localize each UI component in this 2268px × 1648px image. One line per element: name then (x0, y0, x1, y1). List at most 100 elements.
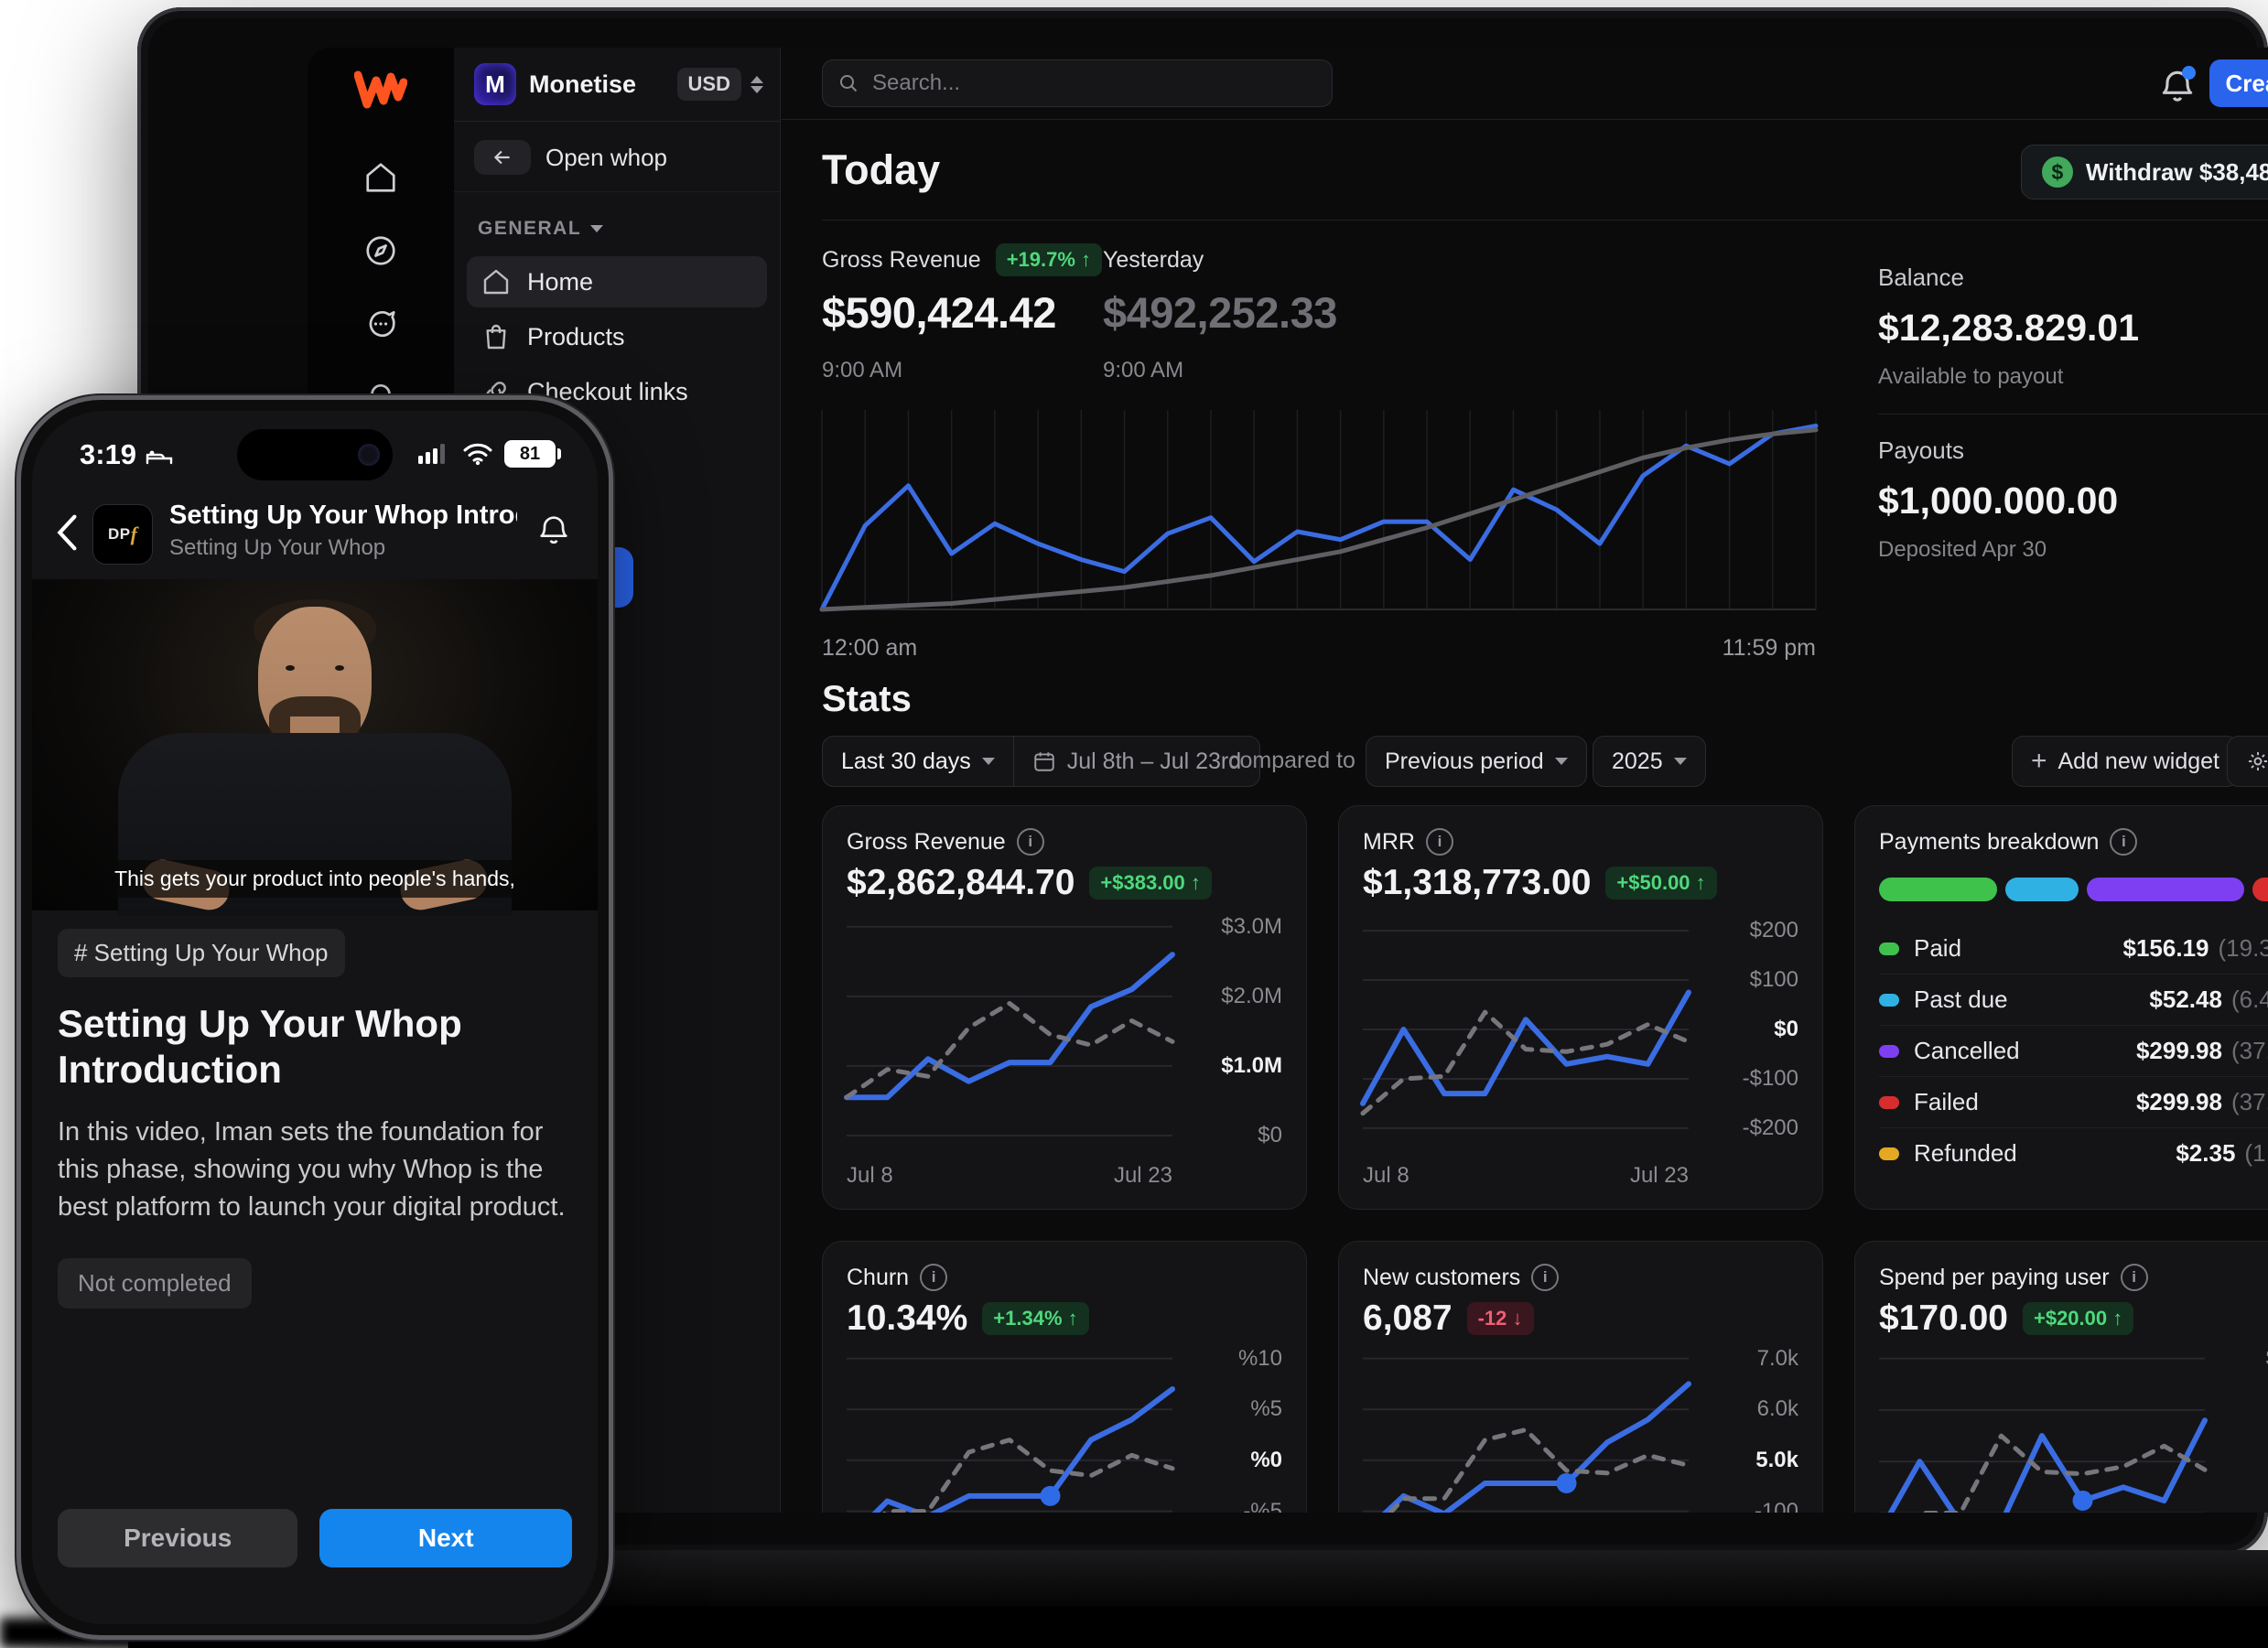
widget-value: $1,318,773.00 (1363, 863, 1591, 903)
year-select[interactable]: 2025 (1593, 736, 1706, 787)
yesterday-time: 9:00 AM (1103, 358, 1337, 383)
info-icon[interactable]: i (1017, 828, 1044, 856)
widget-chart (1363, 1353, 1689, 1513)
gear-icon (2246, 749, 2268, 773)
lesson-description: In this video, Iman sets the foundation … (58, 1114, 572, 1227)
range-label: Last 30 days (841, 749, 971, 775)
gross-revenue-badge: +19.7% ↑ (996, 243, 1102, 276)
widget-new-customers[interactable]: New customersi 6,087 -12 ↓ 7.0k6.0k5.0k-… (1338, 1241, 1823, 1513)
info-icon[interactable]: i (2121, 1264, 2148, 1291)
range-filter[interactable]: Last 30 days Jul 8th – Jul 23rd (822, 736, 1260, 787)
workspace-name: Monetise (529, 70, 677, 99)
y-axis-labels: $3.0M$2.0M$1.0M$0 (1180, 923, 1290, 1136)
widget-payments-breakdown[interactable]: Payments breakdowni Paid $156.19 (19.32%… (1854, 805, 2268, 1210)
lesson-content: # Setting Up Your Whop Setting Up Your W… (58, 929, 572, 1309)
info-icon[interactable]: i (2110, 828, 2137, 856)
page-title: Today (822, 146, 940, 194)
messages-icon[interactable] (351, 295, 410, 353)
next-button[interactable]: Next (319, 1509, 572, 1567)
widget-spend-per-user[interactable]: Spend per paying useri $170.00 +$20.00 ↑… (1854, 1241, 2268, 1513)
chevron-down-icon (1674, 758, 1687, 765)
widget-value: 10.34% (847, 1298, 967, 1339)
video-player[interactable]: This gets your product into people's han… (32, 579, 598, 910)
create-button[interactable]: Create (2209, 59, 2268, 107)
gross-revenue-time: 9:00 AM (822, 358, 1102, 383)
widget-mrr[interactable]: MRRi $1,318,773.00 +$50.00 ↑ $200$100$0-… (1338, 805, 1823, 1210)
widget-title: Spend per paying user (1879, 1265, 2110, 1291)
add-widget-button[interactable]: + Add new widget (2012, 736, 2239, 787)
course-app-icon[interactable]: DPf (92, 504, 153, 565)
y-axis-labels: %10%5%0-%5 (1180, 1353, 1290, 1513)
phone-status-bar: 3:19 81 (32, 435, 598, 475)
gross-revenue-value: $590,424.42 (822, 287, 1102, 338)
y-tick-label: $1.0M (1221, 1053, 1282, 1079)
y-tick-label: %0 (1250, 1448, 1282, 1473)
y-tick-label: -100 (1755, 1499, 1798, 1513)
home-icon[interactable] (351, 148, 410, 207)
app-badge-prefix: DP (108, 525, 131, 544)
y-tick-label: %10 (1238, 1346, 1282, 1372)
lesson-tag[interactable]: # Setting Up Your Whop (58, 929, 345, 977)
date-range[interactable]: Jul 8th – Jul 23rd (1013, 737, 1259, 786)
lesson-heading: Setting Up Your Whop Introduction (58, 1001, 572, 1092)
search-input[interactable] (870, 70, 1317, 97)
x-axis-labels: Jul 8Jul 23 (1363, 1163, 1689, 1189)
widget-badge: -12 ↓ (1467, 1302, 1534, 1335)
sidebar-item-label: Products (527, 323, 625, 351)
withdraw-button[interactable]: $ Withdraw $38,482.42 (2021, 145, 2268, 199)
discover-icon[interactable] (351, 221, 410, 280)
legend-label: Paid (1914, 934, 2123, 963)
phone-bell-icon[interactable] (535, 510, 572, 550)
y-axis-labels: $200$100$0-$100-$200 (1696, 923, 1806, 1136)
y-tick-label: 5.0k (1755, 1448, 1798, 1473)
y-tick-label: $0 (1774, 1017, 1798, 1042)
wifi-icon (462, 442, 493, 466)
signal-icon (418, 442, 451, 466)
status-time: 3:19 (80, 438, 136, 471)
stats-title: Stats (822, 679, 912, 720)
previous-button[interactable]: Previous (58, 1509, 297, 1567)
legend-value: $299.98 (2136, 1088, 2222, 1116)
period-label: Previous period (1385, 749, 1544, 775)
info-icon[interactable]: i (1531, 1264, 1559, 1291)
currency-selector[interactable]: USD (677, 68, 741, 101)
range-select[interactable]: Last 30 days (823, 737, 1013, 786)
payouts-sub: Deposited Apr 30 (1878, 537, 2268, 563)
y-tick-label: %5 (1250, 1396, 1282, 1422)
widget-badge: +$50.00 ↑ (1605, 867, 1716, 899)
info-icon[interactable]: i (1426, 828, 1453, 856)
notifications-bell[interactable] (2157, 66, 2198, 106)
widget-churn[interactable]: Churni 10.34% +1.34% ↑ %10%5%0-%5 (822, 1241, 1307, 1513)
y-tick-label: -$100 (1743, 1066, 1798, 1092)
segment-past-due (2005, 878, 2079, 901)
lesson-nav-buttons: Previous Next (58, 1509, 572, 1567)
x-tick-label: Jul 8 (847, 1163, 893, 1189)
currency-chevrons-icon[interactable] (751, 76, 763, 93)
widget-gross-revenue[interactable]: Gross Revenuei $2,862,844.70 +$383.00 ↑ … (822, 805, 1307, 1210)
legend-row-refunded: Refunded $2.35 (1.5%) (1879, 1128, 2268, 1179)
gross-revenue-metric: Gross Revenue +19.7% ↑ $590,424.42 9:00 … (822, 242, 1102, 383)
legend-pct: (37.1%) (2231, 1088, 2268, 1116)
cancelled-dot (1879, 1045, 1899, 1058)
completion-badge: Not completed (58, 1258, 252, 1309)
sidebar-item-home[interactable]: Home (467, 256, 767, 307)
phone-nav-subtitle: Setting Up Your Whop (169, 535, 385, 561)
x-axis-labels: Jul 8Jul 23 (847, 1163, 1172, 1189)
whop-logo[interactable] (354, 70, 407, 110)
search-bar[interactable] (822, 59, 1333, 107)
back-arrow-icon[interactable] (474, 140, 531, 175)
period-select[interactable]: Previous period (1366, 736, 1587, 787)
phone-frame: 3:19 81 (16, 395, 613, 1640)
widget-value: $170.00 (1879, 1298, 2008, 1339)
sidebar-section-general[interactable]: GENERAL (454, 192, 780, 253)
workspace-switcher[interactable]: M Monetise USD (454, 48, 780, 122)
sidebar-item-products[interactable]: Products (467, 311, 767, 362)
back-chevron-icon[interactable] (54, 513, 81, 552)
battery-percent: 81 (520, 444, 540, 465)
dollar-icon: $ (2042, 156, 2073, 188)
balance-panel: Balance View $12,283.829.01 Available to… (1878, 264, 2268, 563)
edit-button[interactable]: Edit (2227, 736, 2268, 787)
chevron-down-icon (590, 225, 603, 232)
info-icon[interactable]: i (920, 1264, 947, 1291)
open-whop-row[interactable]: Open whop (454, 122, 780, 192)
